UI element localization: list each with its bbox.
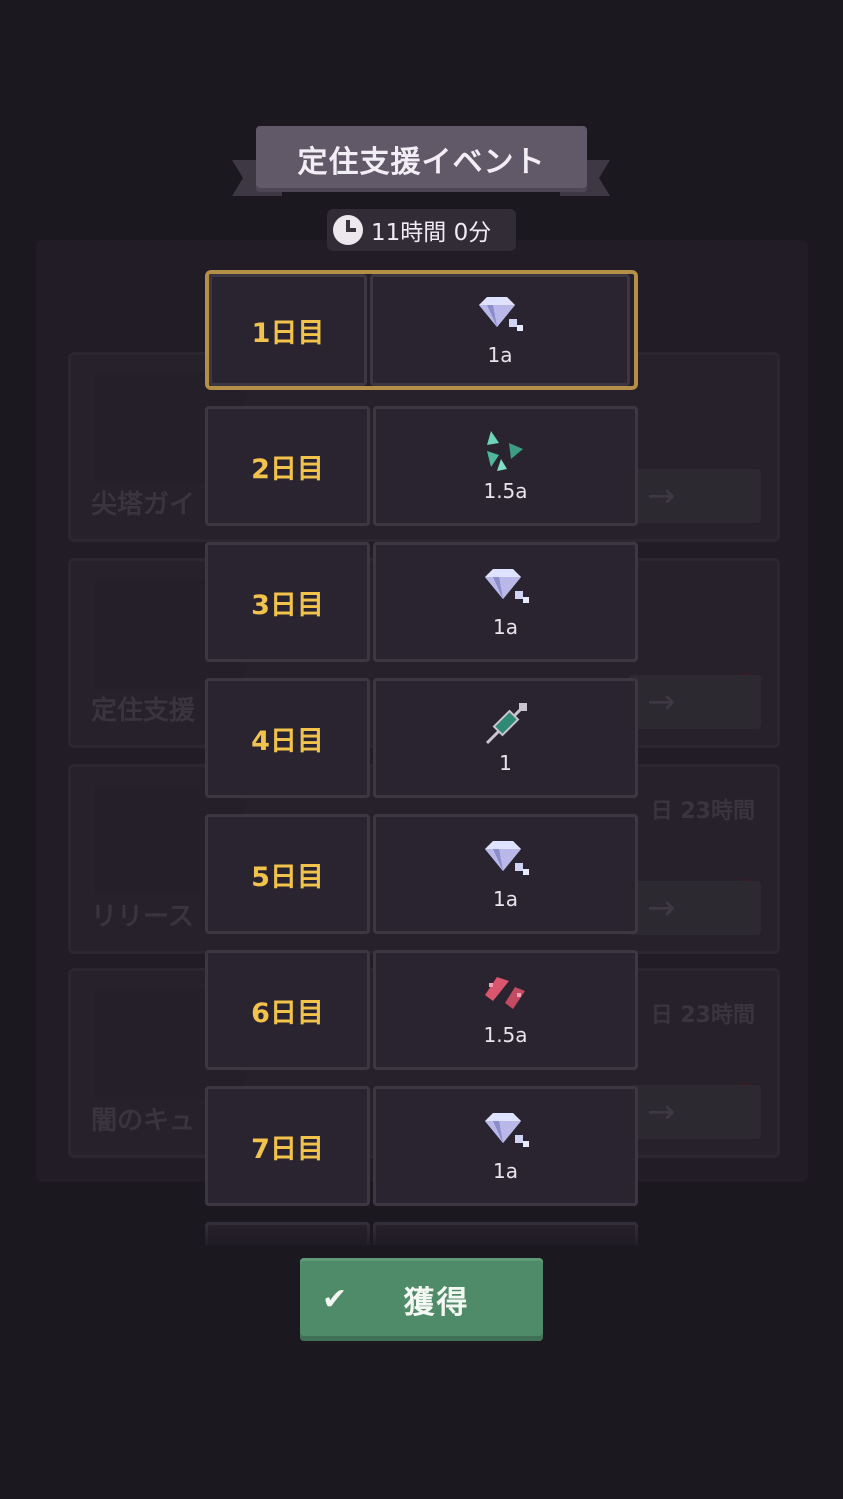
reward-cell: 1a bbox=[373, 814, 638, 934]
event-timer: 11時間 0分 bbox=[327, 209, 516, 251]
reward-row-day-5[interactable]: 5日目 1a bbox=[205, 814, 638, 934]
card-go-button: → bbox=[629, 675, 761, 729]
day-label: 2日目 bbox=[251, 453, 324, 485]
reward-amount: 1 bbox=[499, 751, 512, 775]
reward-row-day-3[interactable]: 3日目 1a bbox=[205, 542, 638, 662]
day-label: 4日目 bbox=[251, 725, 324, 757]
day-label: 5日目 bbox=[251, 861, 324, 893]
day-label-cell: 7日目 bbox=[205, 1086, 370, 1206]
reward-amount: 1a bbox=[493, 615, 518, 639]
day-label-cell: 3日目 bbox=[205, 542, 370, 662]
daily-reward-list[interactable]: 1日目 1a 2日目 1.5a 3日目 1a 4日目 1 5日目 1a 6日目 … bbox=[205, 270, 638, 1245]
card-go-button: → bbox=[629, 469, 761, 523]
day-label: 3日目 bbox=[251, 589, 324, 621]
day-label: 7日目 bbox=[251, 1133, 324, 1165]
reward-row-day-4[interactable]: 4日目 1 bbox=[205, 678, 638, 798]
reward-row-day-6[interactable]: 6日目 1.5a bbox=[205, 950, 638, 1070]
reward-cell: 1a bbox=[370, 274, 630, 386]
diamond-icon bbox=[473, 293, 527, 339]
event-title-banner: 定住支援イベント bbox=[256, 126, 587, 192]
reward-cell: 1.5a bbox=[373, 950, 638, 1070]
check-icon: ✔ bbox=[322, 1282, 350, 1317]
card-title: リリース bbox=[91, 902, 194, 932]
day-label-cell: 2日目 bbox=[205, 406, 370, 526]
teal-shards-icon bbox=[479, 429, 533, 475]
day-label-cell: 5日目 bbox=[205, 814, 370, 934]
reward-cell: 1.5a bbox=[373, 406, 638, 526]
day-label-cell: 6日目 bbox=[205, 950, 370, 1070]
day-label: 6日目 bbox=[251, 997, 324, 1029]
card-title: 定住支援 bbox=[91, 696, 196, 726]
reward-cell: 1a bbox=[373, 1086, 638, 1206]
reward-row-day-7[interactable]: 7日目 1a bbox=[205, 1086, 638, 1206]
reward-cell: 1a bbox=[373, 542, 638, 662]
reward-amount: 1a bbox=[493, 887, 518, 911]
card-timer: 日 23時間 bbox=[650, 1003, 755, 1028]
day-label-cell: 1日目 bbox=[209, 274, 367, 386]
timer-text: 11時間 0分 bbox=[371, 220, 492, 246]
card-go-button: → bbox=[629, 1085, 761, 1139]
reward-amount: 1.5a bbox=[483, 479, 528, 503]
card-timer: 日 23時間 bbox=[650, 799, 755, 824]
syringe-icon bbox=[479, 701, 533, 747]
clock-icon bbox=[333, 215, 363, 245]
reward-row-day-1[interactable]: 1日目 1a bbox=[205, 270, 638, 390]
diamond-icon bbox=[479, 1109, 533, 1155]
day-label-cell: 4日目 bbox=[205, 678, 370, 798]
reward-amount: 1.5a bbox=[483, 1023, 528, 1047]
reward-cell: 1 bbox=[373, 678, 638, 798]
card-go-button: → bbox=[629, 881, 761, 935]
event-title: 定住支援イベント bbox=[297, 145, 546, 180]
card-title: 尖塔ガイ bbox=[91, 490, 196, 520]
claim-button-label: 獲得 bbox=[403, 1285, 470, 1321]
day-label: 1日目 bbox=[251, 317, 325, 349]
card-title: 闇のキュ bbox=[91, 1106, 196, 1136]
reward-amount: 1a bbox=[493, 1159, 518, 1183]
reward-row-day-2[interactable]: 2日目 1.5a bbox=[205, 406, 638, 526]
claim-button[interactable]: ✔ 獲得 bbox=[300, 1258, 543, 1341]
reward-amount: 1a bbox=[487, 343, 513, 367]
diamond-icon bbox=[479, 565, 533, 611]
diamond-icon bbox=[479, 837, 533, 883]
red-shards-icon bbox=[479, 973, 533, 1019]
list-fade bbox=[205, 1210, 638, 1255]
